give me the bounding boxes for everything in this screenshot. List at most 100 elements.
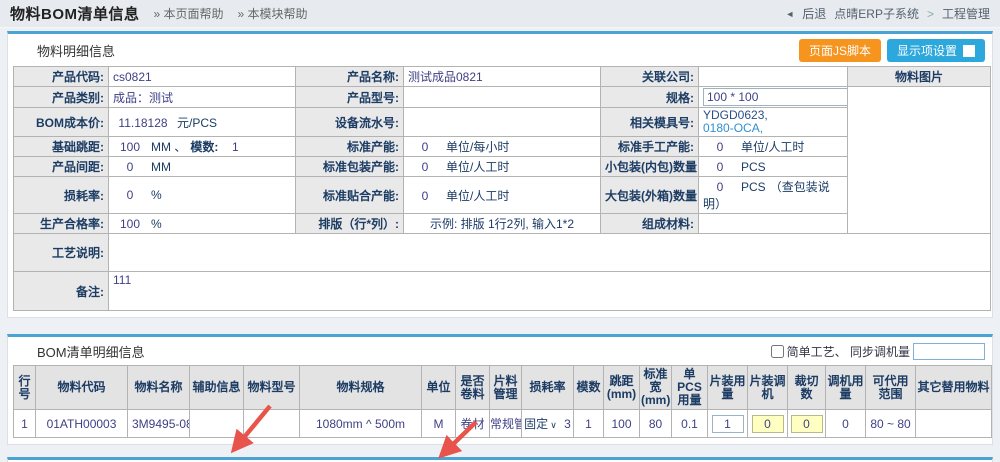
page-help-link[interactable]: » 本页面帮助 [154, 5, 224, 22]
related-mold-label: 相关模具号: [601, 108, 699, 137]
module-help-link[interactable]: » 本模块帮助 [238, 5, 308, 22]
bom-cell-name: 3M9495-082 [128, 410, 190, 438]
pack-capacity-label: 标准包装产能: [296, 157, 404, 177]
bom-header-perpcs: 单PCS用量 [672, 366, 708, 410]
loss-type-select[interactable]: 固定∨ [524, 417, 557, 431]
bom-cell-unit: M [422, 410, 456, 438]
bom-cell-pitch: 100 [604, 410, 640, 438]
bom-header-sheettuning: 片装调机 [748, 366, 788, 410]
outer-pack-label: 大包装(外箱)数量: [601, 177, 699, 214]
bom-cell-aux [190, 410, 244, 438]
page-js-button[interactable]: 页面JS脚本 [799, 39, 881, 62]
bom-header-model: 物料型号 [244, 366, 300, 410]
base-pitch-value: 100 [113, 140, 147, 154]
modulus-label: 模数: [190, 140, 218, 154]
chevron-down-icon: ∨ [550, 420, 557, 430]
sheet-tuning-input[interactable] [752, 415, 784, 433]
display-settings-toggle[interactable] [963, 45, 975, 57]
bom-cell-spec: 1080mm ^ 500m [300, 410, 422, 438]
cut-count-input[interactable] [791, 415, 823, 433]
bom-header-cutcount: 裁切数 [788, 366, 826, 410]
loss-type-value: 固定 [524, 417, 548, 431]
sync-tuning-input[interactable] [913, 343, 985, 360]
pack-capacity-value: 0 [408, 160, 442, 174]
spec-label: 规格: [601, 87, 699, 108]
loss-value: 3 [564, 417, 571, 431]
display-settings-button[interactable]: 显示项设置 [887, 39, 985, 62]
simple-craft-label: 简单工艺、 同步调机量 [787, 343, 910, 360]
mold-link-1[interactable]: YDGD0623, [703, 108, 768, 122]
bom-cell-isroll: 卷材 [456, 410, 490, 438]
bom-header-sheetusage: 片装用量 [708, 366, 748, 410]
base-pitch-label: 基础跳距: [14, 137, 109, 157]
pass-rate-label: 生产合格率: [14, 214, 109, 234]
material-image-cell [848, 87, 991, 234]
bom-cell-sheettuning [748, 410, 788, 438]
bom-cell-sheetmgmt: 常规管理 [490, 410, 522, 438]
laminate-capacity-unit: 单位/人工时 [446, 189, 509, 203]
pass-rate-unit: % [151, 217, 162, 231]
layout-hint: 示例: 排版 1行2列, 输入1*2 [404, 214, 601, 234]
product-category-value: 成品：测试 [109, 87, 296, 108]
inner-pack-value: 0 [703, 160, 737, 174]
materials-label: 组成材料: [601, 214, 699, 234]
product-gap-label: 产品间距: [14, 157, 109, 177]
breadcrumb-separator: > [927, 7, 934, 21]
base-pitch-unit: MM 、 [151, 140, 186, 154]
bom-header-sheetmgmt: 片料管理 [490, 366, 522, 410]
simple-craft-checkbox[interactable] [771, 345, 784, 358]
product-name-label: 产品名称: [296, 67, 404, 87]
back-icon: ◄ [785, 9, 794, 19]
device-serial-label: 设备流水号: [296, 108, 404, 137]
bom-header-lineno: 行号 [14, 366, 36, 410]
product-model-label: 产品型号: [296, 87, 404, 108]
sheet-usage-input[interactable] [712, 415, 744, 433]
bom-cell-lineno: 1 [14, 410, 36, 438]
bom-header-pitch: 跳距(mm) [604, 366, 640, 410]
bom-header-aux: 辅助信息 [190, 366, 244, 410]
spec-input[interactable] [703, 88, 848, 106]
bom-cell-lossrate: 固定∨ 3 [522, 410, 574, 438]
product-code-label: 产品代码: [14, 67, 109, 87]
related-company-value [699, 67, 848, 87]
bom-cell-perpcs: 0.1 [672, 410, 708, 438]
std-capacity-unit: 单位/每小时 [446, 140, 509, 154]
bom-cell-model [244, 410, 300, 438]
loss-rate-value: 0 [113, 188, 147, 202]
bom-header-name: 物料名称 [128, 366, 190, 410]
material-detail-title: 物料明细信息 [37, 41, 115, 60]
bom-header-substitute: 可代用范围 [866, 366, 916, 410]
back-link[interactable]: 后退 [802, 5, 826, 22]
bom-header-spec: 物料规格 [300, 366, 422, 410]
mold-link-2[interactable]: 0180-OCA, [703, 121, 763, 135]
product-category-label: 产品类别: [14, 87, 109, 108]
loss-rate-label: 损耗率: [14, 177, 109, 214]
outer-pack-value: 0 [703, 180, 737, 194]
bom-list-title: BOM清单明细信息 [37, 342, 145, 361]
bom-cost-label: BOM成本价: [14, 108, 109, 137]
top-bar: 物料BOM清单信息 » 本页面帮助 » 本模块帮助 ◄ 后退 点晴ERP子系统 … [0, 0, 1000, 28]
breadcrumb-module[interactable]: 工程管理 [942, 5, 990, 22]
material-detail-panel: 物料明细信息 页面JS脚本 显示项设置 产品代码: cs0821 产品名称: 测… [7, 31, 993, 318]
bom-header-modulus: 模数 [574, 366, 604, 410]
bom-cell-tuningusage: 0 [826, 410, 866, 438]
product-gap-unit: MM [151, 160, 171, 174]
manual-capacity-unit: 单位/人工时 [741, 140, 804, 154]
loss-rate-unit: % [151, 188, 162, 202]
bom-cell-stdwidth: 80 [640, 410, 672, 438]
materials-value [699, 214, 991, 234]
bom-cell-sheetusage [708, 410, 748, 438]
bom-cell-othermat [916, 410, 992, 438]
std-capacity-label: 标准产能: [296, 137, 404, 157]
manual-capacity-label: 标准手工产能: [601, 137, 699, 157]
remark-label: 备注: [14, 272, 109, 311]
bom-header-stdwidth: 标准宽(mm) [640, 366, 672, 410]
device-serial-value [404, 108, 601, 137]
pack-capacity-unit: 单位/人工时 [446, 160, 509, 174]
manual-capacity-value: 0 [703, 140, 737, 154]
related-company-label: 关联公司: [601, 67, 699, 87]
bom-header-unit: 单位 [422, 366, 456, 410]
breadcrumb-system[interactable]: 点晴ERP子系统 [834, 5, 919, 22]
remark-value: 111 [109, 272, 991, 311]
craft-note-value [109, 234, 991, 272]
